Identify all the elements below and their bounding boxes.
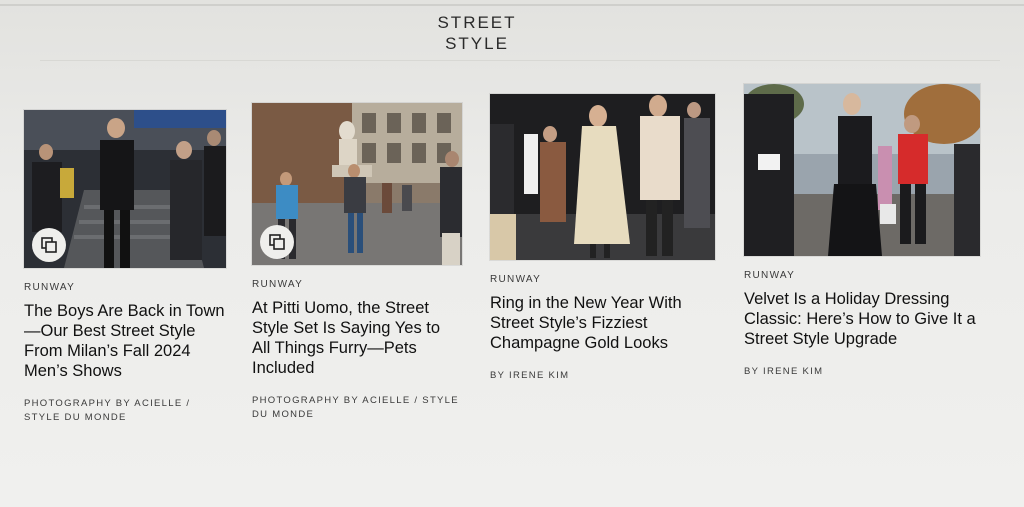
article-card-1[interactable]: RUNWAY The Boys Are Back in Town—Our Bes… (24, 110, 226, 425)
article-byline-1: PHOTOGRAPHY BY ACIELLE / STYLE DU MONDE (24, 398, 191, 423)
article-category-2[interactable]: RUNWAY (252, 279, 462, 290)
gallery-stack-icon (269, 234, 285, 250)
article-card-3[interactable]: RUNWAY Ring in the New Year With Street … (490, 94, 715, 383)
article-category-4[interactable]: RUNWAY (744, 270, 980, 281)
article-headline-4[interactable]: Velvet Is a Holiday Dressing Classic: He… (744, 289, 980, 349)
article-category-3[interactable]: RUNWAY (490, 274, 715, 285)
gallery-stack-icon (41, 237, 57, 253)
article-byline-2: PHOTOGRAPHY BY ACIELLE / STYLE DU MONDE (252, 395, 459, 420)
article-card-2[interactable]: RUNWAY At Pitti Uomo, the Street Style S… (252, 103, 462, 422)
gallery-badge-1[interactable] (32, 228, 66, 262)
article-category-1[interactable]: RUNWAY (24, 282, 226, 293)
top-divider (0, 4, 1024, 6)
article-image-1[interactable] (24, 110, 226, 268)
article-byline-3: BY IRENE KIM (490, 370, 570, 381)
article-card-4[interactable]: RUNWAY Velvet Is a Holiday Dressing Clas… (744, 84, 980, 379)
section-title-line1: STREET (437, 13, 517, 32)
article-headline-2[interactable]: At Pitti Uomo, the Street Style Set Is S… (252, 298, 462, 378)
article-headline-3[interactable]: Ring in the New Year With Street Style’s… (490, 293, 715, 353)
section-divider (40, 60, 1000, 61)
article-image-3[interactable] (490, 94, 715, 260)
article-image-2[interactable] (252, 103, 462, 265)
section-title[interactable]: STREET STYLE (412, 12, 542, 54)
article-byline-4: BY IRENE KIM (744, 366, 824, 377)
gallery-badge-2[interactable] (260, 225, 294, 259)
section-title-line2: STYLE (445, 34, 509, 53)
article-image-4[interactable] (744, 84, 980, 256)
article-headline-1[interactable]: The Boys Are Back in Town—Our Best Stree… (24, 301, 226, 381)
